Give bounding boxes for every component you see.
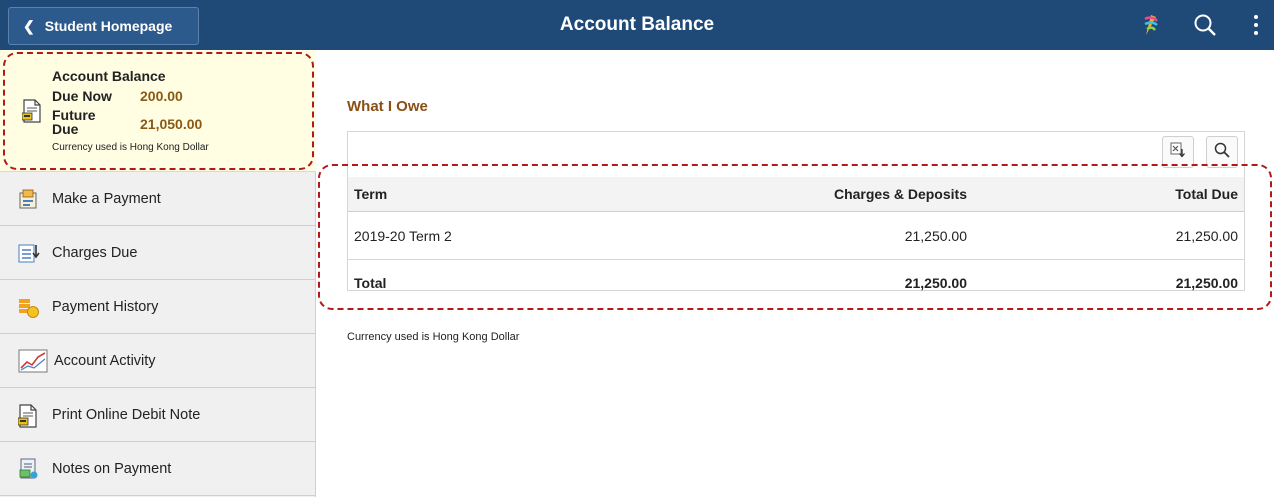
- sidebar-item-account-activity[interactable]: Account Activity: [0, 334, 316, 388]
- sidebar-item-label: Account Activity: [54, 352, 156, 369]
- tile-currency-note: Currency used is Hong Kong Dollar: [52, 142, 209, 153]
- sidebar-item-print-online-debit-note[interactable]: Print Online Debit Note: [0, 388, 316, 442]
- search-icon[interactable]: [1192, 10, 1218, 40]
- future-due-label-line2: Due: [52, 121, 79, 137]
- total-charges: 21,250.00: [904, 275, 967, 291]
- sidebar: Account Balance Due Now 200.00 Future Du…: [0, 50, 316, 497]
- total-label: Total: [354, 275, 387, 291]
- sidebar-item-charges-due[interactable]: Charges Due: [0, 226, 316, 280]
- column-header-total-due[interactable]: Total Due: [1175, 177, 1238, 211]
- sidebar-item-make-a-payment[interactable]: Make a Payment: [0, 172, 316, 226]
- back-button-label: Student Homepage: [44, 18, 173, 34]
- sidebar-item-label: Payment History: [52, 298, 159, 315]
- sidebar-item-label: Print Online Debit Note: [52, 406, 201, 423]
- search-icon: [1214, 142, 1230, 163]
- charges-cell: 21,250.00: [904, 227, 967, 244]
- column-header-term[interactable]: Term: [354, 177, 387, 211]
- sidebar-item-payment-history[interactable]: Payment History: [0, 280, 316, 334]
- sidebar-item-label: Make a Payment: [52, 190, 161, 207]
- term-cell: 2019-20 Term 2: [354, 227, 452, 244]
- grid-header-row: Term Charges & Deposits Total Due: [348, 177, 1244, 212]
- charges-icon: [18, 242, 40, 264]
- grid-search-button[interactable]: [1206, 136, 1238, 168]
- column-header-charges-deposits[interactable]: Charges & Deposits: [834, 177, 967, 211]
- header-bar: ❮ Student Homepage Account Balance: [0, 0, 1274, 50]
- download-icon: [1170, 142, 1186, 163]
- notes-icon: [18, 458, 40, 480]
- document-icon: [21, 99, 42, 128]
- sidebar-item-label: Notes on Payment: [52, 460, 172, 477]
- download-excel-button[interactable]: [1162, 136, 1194, 168]
- coins-icon: [18, 296, 40, 318]
- sidebar-item-notes-on-payment[interactable]: Notes on Payment: [0, 442, 316, 496]
- total-row: Total 21,250.00 21,250.00: [348, 261, 1244, 305]
- back-chevron-icon: ❮: [23, 17, 35, 34]
- total-total-due: 21,250.00: [1175, 275, 1238, 291]
- payment-icon: [18, 188, 40, 210]
- due-now-label: Due Now: [52, 88, 112, 104]
- account-balance-tile[interactable]: Account Balance Due Now 200.00 Future Du…: [0, 50, 316, 172]
- future-due-value: 21,050.00: [140, 116, 203, 132]
- what-i-owe-title: What I Owe: [347, 98, 428, 115]
- student-homepage-back-button[interactable]: ❮ Student Homepage: [8, 7, 199, 45]
- more-actions-icon[interactable]: [1246, 10, 1266, 40]
- table-row[interactable]: 2019-20 Term 2 21,250.00 21,250.00: [348, 212, 1244, 260]
- balance-tile-title: Account Balance: [52, 68, 166, 84]
- currency-note: Currency used is Hong Kong Dollar: [347, 331, 520, 343]
- total-due-cell: 21,250.00: [1175, 227, 1238, 244]
- chart-line-icon: [18, 349, 48, 373]
- due-now-value: 200.00: [140, 88, 183, 104]
- navbar-compass-icon[interactable]: [1140, 10, 1162, 40]
- document-icon: [17, 403, 40, 428]
- sidebar-item-label: Charges Due: [52, 244, 138, 261]
